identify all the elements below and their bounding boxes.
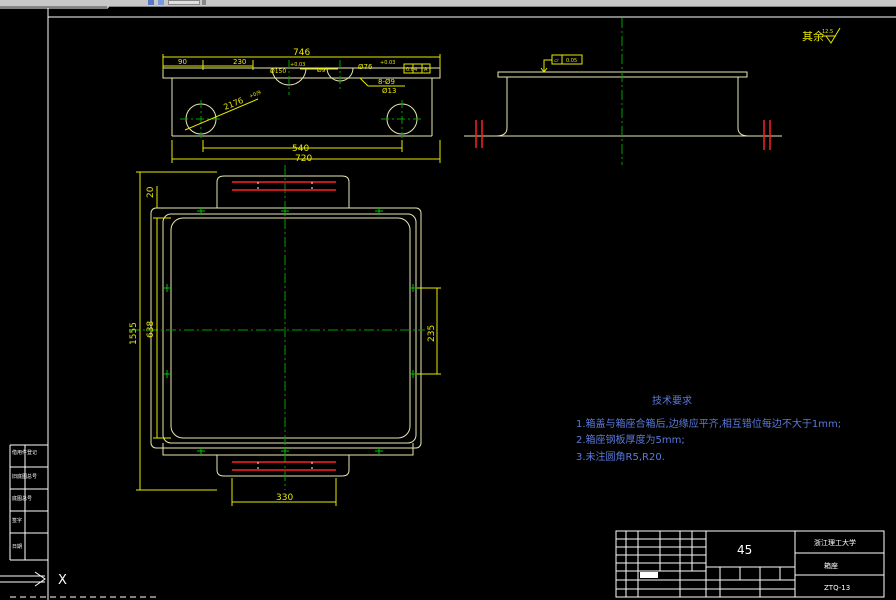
dim-230: 230: [233, 58, 246, 66]
roughness-label: 其余: [802, 29, 824, 43]
drawing-number: ZTQ-13: [824, 584, 850, 592]
ucs-icon: [0, 571, 46, 587]
dim-638: 638: [146, 321, 156, 338]
left-register-strip: 借用件登记 旧底图总号 底图总号 签字 日期: [9, 444, 49, 561]
left-strip-label-4: 签字: [12, 517, 22, 524]
toolbar-separator: [202, 0, 206, 5]
roughness-note: 其余 12.5: [802, 27, 841, 44]
holes-phi13: Ø13: [382, 87, 396, 95]
top-view: 746 90 230 Ø150 +0.03 Ø76 +0.03 Ø9 0.04 …: [162, 48, 441, 164]
drawing-canvas[interactable]: 借用件登记 旧底图总号 底图总号 签字 日期 X 746 90 230 Ø150…: [0, 6, 896, 600]
bolt-hole-marks: [163, 207, 417, 455]
tech-req-item-2: 2.箱座钢板厚度为5mm;: [576, 433, 685, 446]
plan-view: 1555 638 20 235 330: [129, 165, 441, 506]
tech-req-item-1: 1.箱盖与箱座合箱后,边缘应平齐,相互错位每边不大于1mm;: [576, 417, 841, 430]
tech-req-item-3: 3.未注圆角R5,R20.: [576, 450, 665, 463]
tolerance-value: 0.04: [406, 67, 417, 73]
tolerance-datum: A: [424, 67, 428, 73]
dim-20: 20: [146, 186, 156, 198]
toolbar-button-2[interactable]: [158, 0, 164, 5]
dim-overall-746: 746: [293, 48, 310, 58]
title-block-fill: [640, 572, 658, 578]
roughness-value: 12.5: [822, 29, 833, 35]
school-name: 浙江理工大学: [814, 538, 856, 547]
left-strip-label-2: 旧底图总号: [12, 473, 37, 480]
dim-330: 330: [276, 493, 293, 503]
toolbar-button-1[interactable]: [148, 0, 154, 5]
part-name: 箱座: [824, 561, 838, 570]
dim-phi76-tol: +0.03: [380, 60, 395, 66]
dim-2176-tol: +0/9: [249, 90, 263, 100]
dim-540: 540: [292, 144, 309, 154]
dim-phi150-tol: +0.03: [290, 62, 305, 68]
ucs-x-label: X: [58, 573, 67, 588]
dim-phi9-small: Ø9: [317, 67, 326, 74]
toolbar-dropdown[interactable]: [168, 0, 200, 5]
cad-drawing[interactable]: 借用件登记 旧底图总号 底图总号 签字 日期 X 746 90 230 Ø150…: [0, 6, 896, 600]
flatness-symbol: ▱: [554, 57, 559, 64]
dim-1555: 1555: [129, 322, 139, 345]
dim-235: 235: [427, 325, 437, 342]
drawing-frame: [0, 6, 896, 600]
flatness-value: 0.05: [566, 58, 577, 64]
material-45: 45: [737, 543, 752, 557]
dim-90: 90: [178, 58, 187, 66]
title-block: 45 浙江理工大学 箱座 ZTQ-13: [615, 530, 885, 598]
dim-phi150: Ø150: [270, 68, 286, 75]
dim-720: 720: [295, 154, 312, 164]
technical-requirements: 技术要求 1.箱盖与箱座合箱后,边缘应平齐,相互错位每边不大于1mm; 2.箱座…: [576, 394, 841, 463]
left-strip-label-1: 借用件登记: [12, 449, 37, 456]
tech-req-title: 技术要求: [652, 394, 692, 407]
left-strip-label-5: 日期: [12, 544, 22, 550]
side-view: 0.05 ▱: [464, 18, 782, 165]
dim-phi76: Ø76: [358, 63, 373, 71]
holes-8-phi9: 8-Ø9: [378, 78, 395, 86]
left-strip-label-3: 底图总号: [12, 495, 32, 502]
